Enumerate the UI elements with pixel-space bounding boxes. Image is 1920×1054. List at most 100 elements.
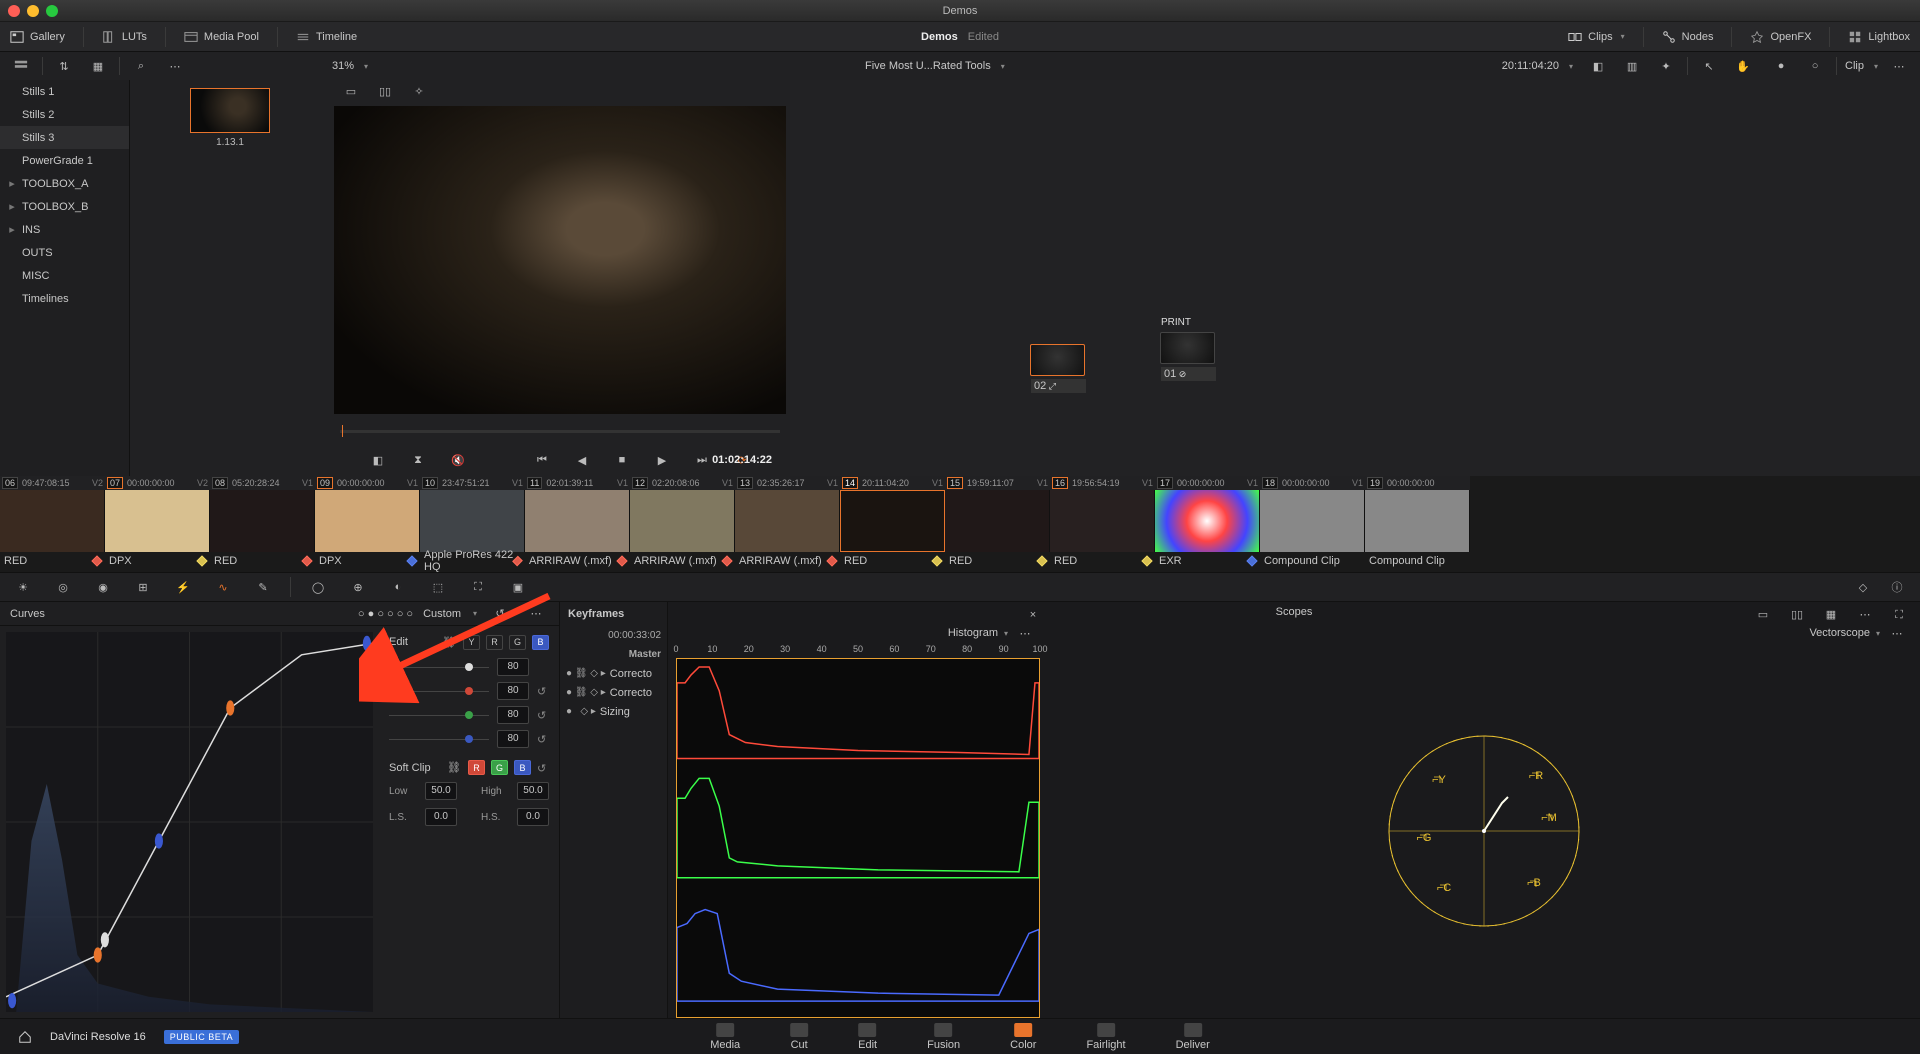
hs-value[interactable]: 0.0 [517,808,549,826]
close-window-button[interactable] [8,5,20,17]
clip-thumbnail[interactable]: 1800:00:00:00V1Compound Clip [1260,476,1365,572]
high-value[interactable]: 50.0 [517,782,549,800]
intensity-r-slider[interactable]: 80 ↺ [389,682,549,700]
gallery-grid-icon[interactable]: ▦ [85,55,111,77]
gang-channels-icon[interactable]: ⛓ [441,635,457,650]
keyframes-master[interactable]: Master [560,645,667,664]
channel-g-button[interactable]: G [509,635,526,650]
pointer-icon[interactable]: ↖ [1696,55,1722,77]
record-timecode[interactable]: 20:11:04:20 [1502,60,1559,72]
keyframe-track-corrector1[interactable]: ● ⛓ ◇ ▸ Correcto [560,664,667,683]
viewer-mode-dual-icon[interactable]: ▯▯ [372,80,398,102]
intensity-y-slider[interactable]: 80 [389,658,549,676]
clip-thumbnail[interactable]: 1023:47:51:21V1Apple ProRes 422 HQ [420,476,525,572]
gallery-item[interactable]: ▸TOOLBOX_B [0,195,129,218]
gallery-sort-icon[interactable]: ⇅ [51,55,77,77]
curve-graph[interactable] [6,632,373,1012]
intensity-b-slider[interactable]: 80 ↺ [389,730,549,748]
media-pool-toggle[interactable]: Media Pool [184,30,259,44]
keyframe-track-sizing[interactable]: ● ◇ ▸ Sizing [560,702,667,721]
keyframe-track-corrector2[interactable]: ● ⛓ ◇ ▸ Correcto [560,683,667,702]
scopes-close-icon[interactable]: × [1020,604,1046,626]
viewer-marker-icon[interactable]: ⧗ [405,449,431,471]
clip-thumbnail[interactable]: 1619:56:54:19V1RED [1050,476,1155,572]
options-icon[interactable]: ⋯ [162,55,188,77]
viewer-zoom[interactable]: 31% [332,60,354,72]
key-palette-icon[interactable]: ⬚ [425,576,451,598]
curves-palette-icon[interactable]: ∿ [210,576,236,598]
scopes-layout4-icon[interactable]: ▦ [1818,604,1844,626]
curves-reset-icon[interactable]: ↺ [487,603,513,625]
gallery-item[interactable]: Stills 3 [0,126,129,149]
page-edit[interactable]: Edit [858,1023,877,1051]
gallery-item[interactable]: Stills 2 [0,103,129,126]
viewer-scrub-bar[interactable] [330,418,790,444]
maximize-window-button[interactable] [46,5,58,17]
blur-palette-icon[interactable]: ◐ [385,576,411,598]
clip-thumbnail[interactable]: 0609:47:08:15V2RED [0,476,105,572]
intensity-g-value[interactable]: 80 [497,706,529,724]
clip-thumbnail[interactable]: 1900:00:00:00Compound Clip [1365,476,1470,572]
rgb-mixer-palette-icon[interactable]: ⊞ [130,576,156,598]
softclip-gang-icon[interactable]: ⛓ [446,760,462,775]
clip-thumbnail[interactable]: 1202:20:08:06V1ARRIRAW (.mxf) [630,476,735,572]
low-value[interactable]: 50.0 [425,782,457,800]
intensity-y-value[interactable]: 80 [497,658,529,676]
page-color[interactable]: Color [1010,1023,1036,1051]
clip-thumbnail[interactable]: 1302:35:26:17V1ARRIRAW (.mxf) [735,476,840,572]
gallery-view-list-icon[interactable] [8,55,34,77]
clip-thumbnail[interactable]: 1420:11:04:20V1RED [840,476,945,572]
clip-thumbnail[interactable]: 0805:20:28:24V1RED [210,476,315,572]
search-icon[interactable]: ⌕ [128,55,154,77]
qualifier-palette-icon[interactable]: ✎ [250,576,276,598]
reset-icon[interactable] [537,661,549,673]
clip-thumbnail[interactable]: 1519:59:11:07V1RED [945,476,1050,572]
info-icon[interactable]: ⓘ [1884,576,1910,598]
clip-thumbnail[interactable]: 1700:00:00:00V1EXR [1155,476,1260,572]
scopes-layout1-icon[interactable]: ▭ [1750,604,1776,626]
intensity-g-slider[interactable]: 80 ↺ [389,706,549,724]
viewer-wand-icon[interactable]: ✧ [406,80,432,102]
page-media[interactable]: Media [710,1023,740,1051]
channel-y-button[interactable]: Y [463,635,480,650]
softclip-b-button[interactable]: B [514,760,531,775]
gallery-item[interactable]: Timelines [0,287,129,310]
nodes-toggle[interactable]: Nodes [1662,30,1714,44]
softclip-r-button[interactable]: R [468,760,485,775]
sizing-palette-icon[interactable]: ⛶ [465,576,491,598]
scopes-layout2-icon[interactable]: ▯▯ [1784,604,1810,626]
channel-b-button[interactable]: B [532,635,549,650]
page-fusion[interactable]: Fusion [927,1023,960,1051]
wipe-icon[interactable]: ◧ [1585,55,1611,77]
vectorscope-label[interactable]: Vectorscope [1809,627,1870,639]
node-dot-icon[interactable]: ● [1768,55,1794,77]
reset-icon[interactable]: ↺ [537,685,549,697]
clips-toggle[interactable]: Clips▾ [1568,30,1624,44]
window-palette-icon[interactable]: ◯ [305,576,331,598]
clip-thumbnail[interactable]: 1102:01:39:11V1ARRIRAW (.mxf) [525,476,630,572]
reset-icon[interactable]: ↺ [537,709,549,721]
gallery-item[interactable]: ▸INS [0,218,129,241]
lightbox-toggle[interactable]: Lightbox [1848,30,1910,44]
reset-icon[interactable]: ↺ [537,762,549,774]
camera-raw-palette-icon[interactable]: ☀ [10,576,36,598]
node-02[interactable]: 02 ⤢ [1030,344,1085,376]
pan-icon[interactable]: ✋ [1730,55,1756,77]
page-fairlight[interactable]: Fairlight [1086,1023,1125,1051]
node-01[interactable]: PRINT 01 ⊘ [1160,332,1215,364]
viewer-mute-icon[interactable]: 🔇 [445,449,471,471]
scopes-options-icon[interactable]: ⋯ [1852,604,1878,626]
timeline-toggle[interactable]: Timeline [296,30,357,44]
page-cut[interactable]: Cut [790,1023,808,1051]
page-deliver[interactable]: Deliver [1176,1023,1210,1051]
3d-palette-icon[interactable]: ▣ [505,576,531,598]
intensity-r-value[interactable]: 80 [497,682,529,700]
still-thumbnail[interactable] [190,88,270,133]
clip-thumbnail-timeline[interactable]: 0609:47:08:15V2RED0700:00:00:00V2DPX0805… [0,476,1920,572]
viewer-bypass-icon[interactable]: ◧ [365,449,391,471]
tracking-palette-icon[interactable]: ⊕ [345,576,371,598]
gallery-item[interactable]: Stills 1 [0,80,129,103]
split-screen-icon[interactable]: ▥ [1619,55,1645,77]
ls-value[interactable]: 0.0 [425,808,457,826]
viewer-clip-name[interactable]: Five Most U...Rated Tools [865,60,991,72]
